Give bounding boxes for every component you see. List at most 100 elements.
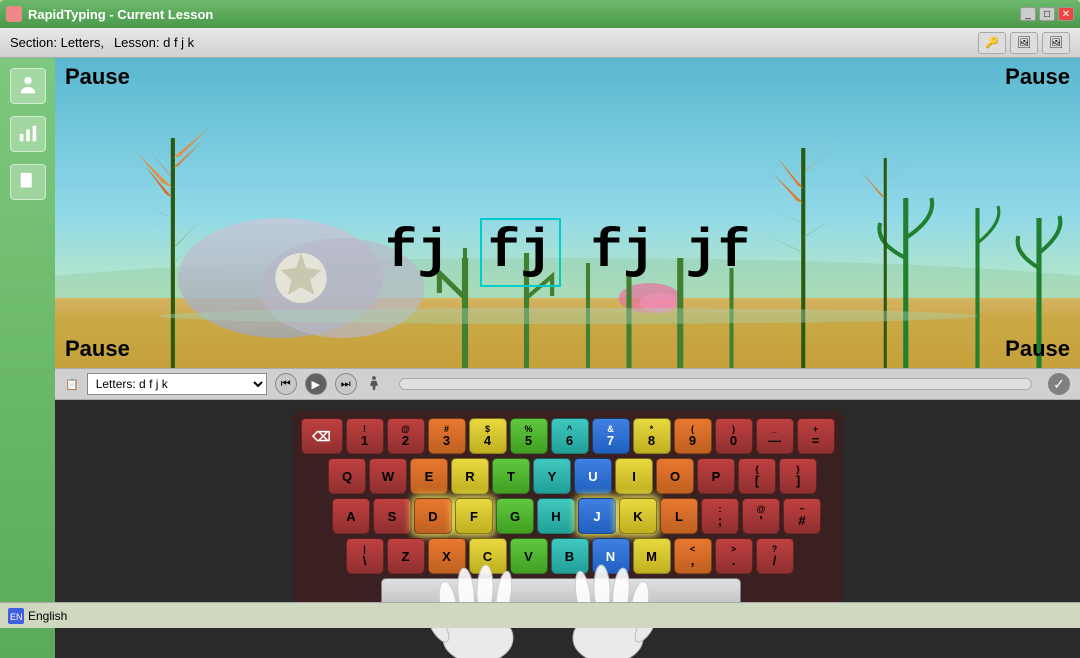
- word-1: fj: [385, 222, 450, 283]
- rewind-button[interactable]: ⏮: [275, 373, 297, 395]
- key-c[interactable]: C: [469, 538, 507, 574]
- typing-words-display: fj fj fj jf: [55, 218, 1080, 287]
- forward-button[interactable]: ⏭: [335, 373, 357, 395]
- lesson-select-icon: 📋: [65, 378, 79, 391]
- word-2-highlighted: fj: [480, 218, 561, 287]
- word-4: jf: [685, 222, 750, 283]
- key-p[interactable]: P: [697, 458, 735, 494]
- key-row-qwerty: Q W E R T Y U I O P { [ } ]: [311, 458, 835, 494]
- key-b[interactable]: B: [551, 538, 589, 574]
- key-a[interactable]: A: [332, 498, 370, 534]
- key-comma[interactable]: < ,: [674, 538, 712, 574]
- sidebar-icon-graph[interactable]: [10, 116, 46, 152]
- key-row-numbers: ⌫ ! 1 @ 2 # 3 $: [301, 418, 835, 454]
- play-button[interactable]: ▶: [305, 373, 327, 395]
- key-i[interactable]: I: [615, 458, 653, 494]
- app-container: Pause Pause Pause Pause fj fj fj jf 📋 Le…: [0, 58, 1080, 658]
- word-3: fj: [591, 222, 656, 283]
- key-6[interactable]: ^ 6: [551, 418, 589, 454]
- status-bar: EN English: [0, 602, 1080, 628]
- key-backslash[interactable]: ⌫: [301, 418, 343, 454]
- key-0[interactable]: ) 0: [715, 418, 753, 454]
- key-e[interactable]: E: [410, 458, 448, 494]
- check-button[interactable]: ✓: [1048, 373, 1070, 395]
- close-button[interactable]: ✕: [1058, 7, 1074, 21]
- graph-icon: [17, 123, 39, 145]
- key-equals[interactable]: + =: [797, 418, 835, 454]
- key-l[interactable]: L: [660, 498, 698, 534]
- app-icon: [6, 6, 22, 22]
- key-t[interactable]: T: [492, 458, 530, 494]
- toolbar-btn-2[interactable]: 🖼: [1010, 32, 1038, 54]
- key-7[interactable]: & 7: [592, 418, 630, 454]
- walker-icon: [365, 375, 383, 393]
- title-bar: RapidTyping - Current Lesson _ □ ✕: [0, 0, 1080, 28]
- sidebar-icon-document[interactable]: [10, 164, 46, 200]
- sidebar: [0, 58, 55, 658]
- key-rbracket[interactable]: } ]: [779, 458, 817, 494]
- key-1[interactable]: ! 1: [346, 418, 384, 454]
- title-bar-left: RapidTyping - Current Lesson: [6, 6, 213, 22]
- lesson-label: Lesson: d f j k: [114, 35, 194, 50]
- key-slash[interactable]: ? /: [756, 538, 794, 574]
- scene-area: Pause Pause Pause Pause fj fj fj jf: [55, 58, 1080, 368]
- lesson-select[interactable]: Letters: d f j k: [87, 373, 267, 395]
- document-icon: [17, 171, 39, 193]
- key-w[interactable]: W: [369, 458, 407, 494]
- pause-bottom-right[interactable]: Pause: [1005, 336, 1070, 362]
- key-o[interactable]: O: [656, 458, 694, 494]
- toolbar-btn-3[interactable]: 🖼: [1042, 32, 1070, 54]
- key-row-zxcv: | \ Z X C V B N M < , > .: [305, 538, 835, 574]
- language-label: English: [28, 609, 67, 623]
- key-d[interactable]: D: [414, 498, 452, 534]
- toolbar: Section: Letters, Lesson: d f j k 🔑 🖼 🖼: [0, 28, 1080, 58]
- key-at[interactable]: @ ': [742, 498, 780, 534]
- toolbar-right: 🔑 🖼 🖼: [978, 32, 1070, 54]
- key-r[interactable]: R: [451, 458, 489, 494]
- key-4[interactable]: $ 4: [469, 418, 507, 454]
- key-8[interactable]: * 8: [633, 418, 671, 454]
- key-z[interactable]: Z: [387, 538, 425, 574]
- key-m[interactable]: M: [633, 538, 671, 574]
- key-backslash2[interactable]: | \: [346, 538, 384, 574]
- minimize-button[interactable]: _: [1020, 7, 1036, 21]
- window-title: RapidTyping - Current Lesson: [28, 7, 213, 22]
- key-k[interactable]: K: [619, 498, 657, 534]
- pause-bottom-left[interactable]: Pause: [65, 336, 130, 362]
- key-q[interactable]: Q: [328, 458, 366, 494]
- person-icon: [17, 75, 39, 97]
- sidebar-icon-person[interactable]: [10, 68, 46, 104]
- pause-top-left[interactable]: Pause: [65, 64, 130, 90]
- window-controls: _ □ ✕: [1020, 7, 1074, 21]
- key-x[interactable]: X: [428, 538, 466, 574]
- key-y[interactable]: Y: [533, 458, 571, 494]
- key-j[interactable]: J: [578, 498, 616, 534]
- key-hash[interactable]: ~ #: [783, 498, 821, 534]
- key-9[interactable]: ( 9: [674, 418, 712, 454]
- key-lbracket[interactable]: { [: [738, 458, 776, 494]
- key-period[interactable]: > .: [715, 538, 753, 574]
- scene-svg: [55, 58, 1080, 368]
- key-n[interactable]: N: [592, 538, 630, 574]
- key-row-asdf: A S D F G H J K L : ; @ ': [319, 498, 835, 534]
- language-icon: EN: [8, 608, 24, 624]
- key-g[interactable]: G: [496, 498, 534, 534]
- language-indicator: EN English: [8, 608, 67, 624]
- section-label: Section: Letters,: [10, 35, 104, 50]
- key-3[interactable]: # 3: [428, 418, 466, 454]
- key-2[interactable]: @ 2: [387, 418, 425, 454]
- key-u[interactable]: U: [574, 458, 612, 494]
- key-semicolon[interactable]: : ;: [701, 498, 739, 534]
- key-h[interactable]: H: [537, 498, 575, 534]
- key-minus[interactable]: _ —: [756, 418, 794, 454]
- key-5[interactable]: % 5: [510, 418, 548, 454]
- keyboard: ⌫ ! 1 @ 2 # 3 $: [293, 410, 843, 618]
- progress-bar[interactable]: [399, 378, 1032, 390]
- key-f[interactable]: F: [455, 498, 493, 534]
- key-s[interactable]: S: [373, 498, 411, 534]
- maximize-button[interactable]: □: [1039, 7, 1055, 21]
- key-v[interactable]: V: [510, 538, 548, 574]
- controls-bar: 📋 Letters: d f j k ⏮ ▶ ⏭ ✓: [55, 368, 1080, 400]
- toolbar-btn-1[interactable]: 🔑: [978, 32, 1006, 54]
- pause-top-right[interactable]: Pause: [1005, 64, 1070, 90]
